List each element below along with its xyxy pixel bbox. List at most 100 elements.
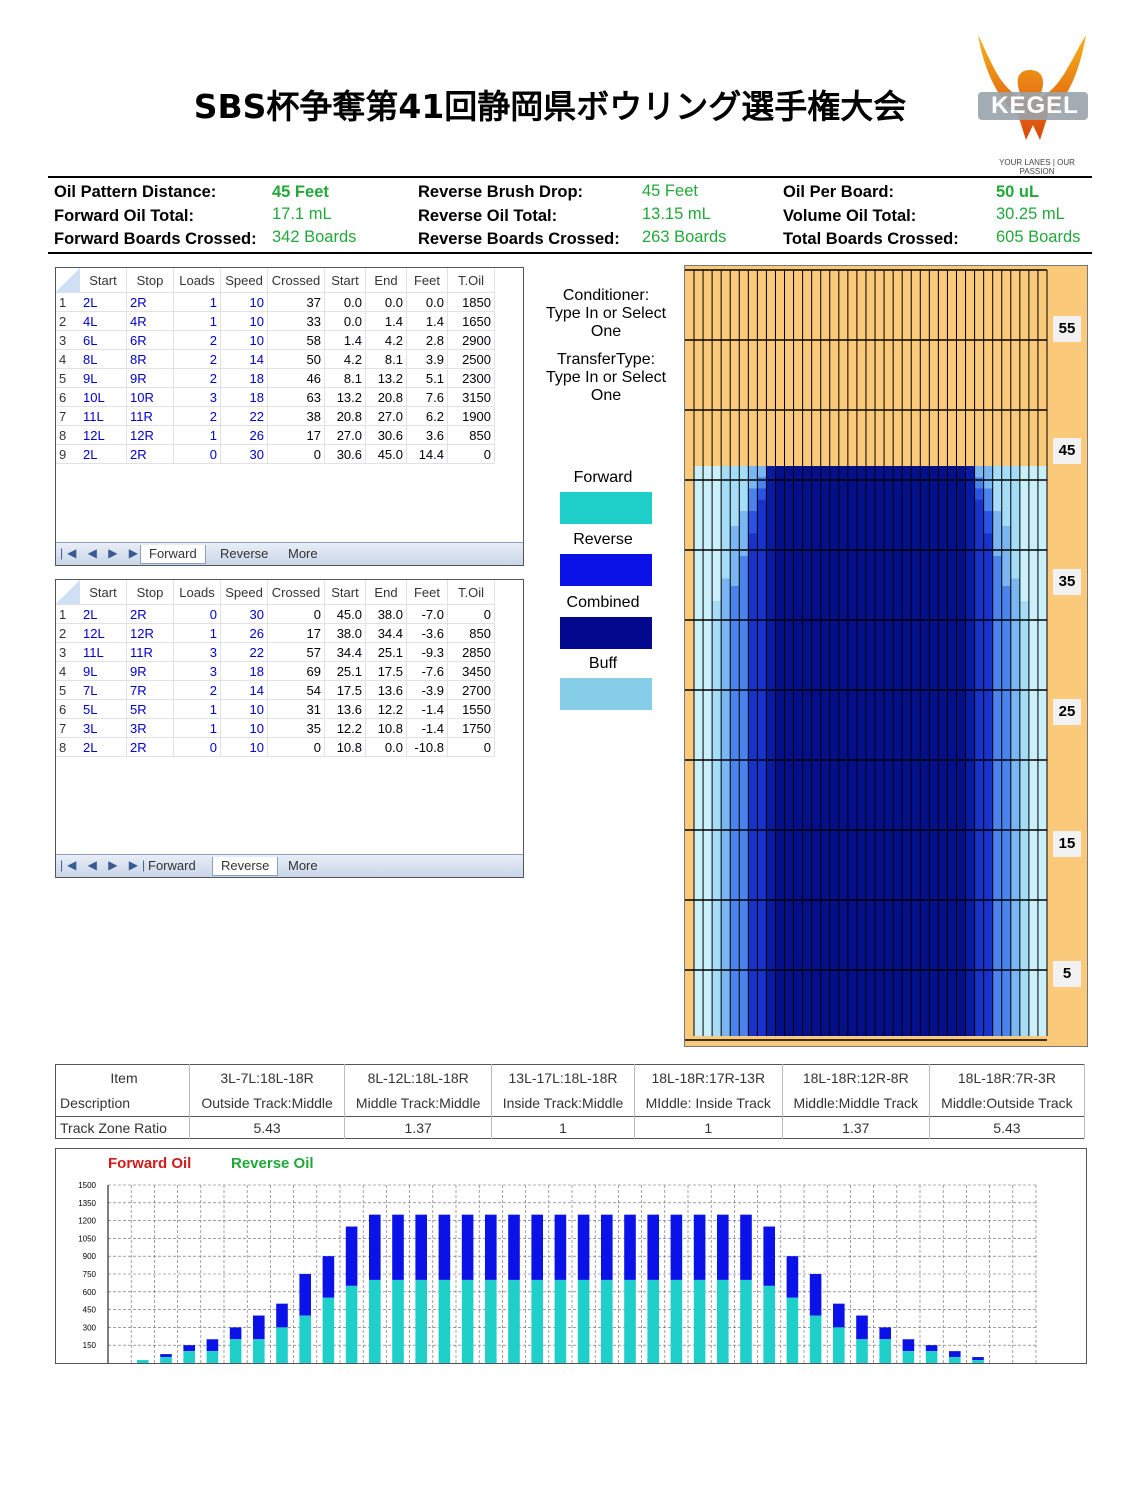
table-cell[interactable]: -7.6 [406, 661, 448, 681]
table-cell[interactable]: -3.6 [406, 623, 448, 643]
table-cell[interactable]: 850 [447, 623, 495, 643]
table-cell[interactable]: 1.4 [365, 311, 407, 331]
table-cell[interactable]: 9R [126, 661, 174, 681]
table-cell[interactable]: -1.4 [406, 699, 448, 719]
table-cell[interactable]: 34.4 [365, 623, 407, 643]
table-cell[interactable]: 69 [267, 661, 325, 681]
table-cell[interactable]: 2 [173, 368, 221, 388]
table-cell[interactable]: 7.6 [406, 387, 448, 407]
table-row[interactable]: 4 8L 8R 2 14 50 4.2 8.1 3.9 2500 [56, 349, 495, 369]
table-cell[interactable]: 30 [220, 604, 268, 624]
table-row[interactable]: 9 2L 2R 0 30 0 30.6 45.0 14.4 0 [56, 444, 495, 464]
table-cell[interactable]: 17 [267, 623, 325, 643]
table-cell[interactable]: 0 [267, 444, 325, 464]
table-cell[interactable]: 11R [126, 406, 174, 426]
table-cell[interactable]: 2500 [447, 349, 495, 369]
table-cell[interactable]: 12.2 [365, 699, 407, 719]
table-cell[interactable]: 27.0 [324, 425, 366, 445]
table-cell[interactable]: 2L [80, 737, 127, 757]
table-cell[interactable]: 10.8 [365, 718, 407, 738]
table-cell[interactable]: 2900 [447, 330, 495, 350]
reverse-col-header[interactable]: Crossed [267, 580, 325, 605]
table-cell[interactable]: 0.0 [324, 292, 366, 312]
sheet-nav-arrows-icon[interactable]: |◀ ◀ ▶ ▶| [60, 546, 149, 560]
table-cell[interactable]: 2 [173, 680, 221, 700]
table-row[interactable]: 7 3L 3R 1 10 35 12.2 10.8 -1.4 1750 [56, 718, 495, 738]
table-cell[interactable]: 13.6 [365, 680, 407, 700]
reverse-col-header[interactable]: Feet [406, 580, 448, 605]
table-cell[interactable]: 3150 [447, 387, 495, 407]
table-cell[interactable]: 1750 [447, 718, 495, 738]
table-cell[interactable]: 3.6 [406, 425, 448, 445]
table-cell[interactable]: 17 [267, 425, 325, 445]
table-cell[interactable]: 14 [220, 349, 268, 369]
table-cell[interactable]: 13.2 [365, 368, 407, 388]
table-cell[interactable]: -1.4 [406, 718, 448, 738]
table-cell[interactable]: 5.1 [406, 368, 448, 388]
table-cell[interactable]: 0 [447, 604, 495, 624]
table-cell[interactable]: 25.1 [365, 642, 407, 662]
sheet-nav-arrows-icon[interactable]: |◀ ◀ ▶ ▶| [60, 858, 149, 872]
table-cell[interactable]: 31 [267, 699, 325, 719]
table-row[interactable]: 6 5L 5R 1 10 31 13.6 12.2 -1.4 1550 [56, 699, 495, 719]
table-cell[interactable]: 26 [220, 623, 268, 643]
table-cell[interactable]: 38.0 [365, 604, 407, 624]
forward-sheet[interactable]: Start Stop Loads Speed Crossed Start End Feet T.… [55, 267, 524, 566]
table-cell[interactable]: 0.0 [365, 292, 407, 312]
table-cell[interactable]: 25.1 [324, 661, 366, 681]
table-cell[interactable]: 54 [267, 680, 325, 700]
table-cell[interactable]: 9R [126, 368, 174, 388]
forward-col-header[interactable]: Crossed [267, 268, 325, 293]
table-cell[interactable]: 12L [80, 425, 127, 445]
table-cell[interactable]: 22 [220, 642, 268, 662]
table-cell[interactable]: 0 [267, 737, 325, 757]
table-cell[interactable]: 14 [220, 680, 268, 700]
table-cell[interactable]: 4.2 [365, 330, 407, 350]
reverse-col-header[interactable]: Stop [126, 580, 174, 605]
table-cell[interactable]: 33 [267, 311, 325, 331]
table-cell[interactable]: -10.8 [406, 737, 448, 757]
table-cell[interactable]: 2L [80, 292, 127, 312]
table-cell[interactable]: 27.0 [365, 406, 407, 426]
table-cell[interactable]: 0 [267, 604, 325, 624]
table-row[interactable]: 3 6L 6R 2 10 58 1.4 4.2 2.8 2900 [56, 330, 495, 350]
table-cell[interactable]: 3 [173, 387, 221, 407]
table-cell[interactable]: 35 [267, 718, 325, 738]
table-cell[interactable]: 2.8 [406, 330, 448, 350]
table-cell[interactable]: 2L [80, 604, 127, 624]
table-cell[interactable]: 63 [267, 387, 325, 407]
table-cell[interactable]: 13.6 [324, 699, 366, 719]
table-row[interactable]: 4 9L 9R 3 18 69 25.1 17.5 -7.6 3450 [56, 661, 495, 681]
table-cell[interactable]: 1850 [447, 292, 495, 312]
table-cell[interactable]: 2 [173, 406, 221, 426]
table-cell[interactable]: 12R [126, 425, 174, 445]
table-cell[interactable]: 2L [80, 444, 127, 464]
table-row[interactable]: 8 12L 12R 1 26 17 27.0 30.6 3.6 850 [56, 425, 495, 445]
table-cell[interactable]: 6R [126, 330, 174, 350]
table-cell[interactable]: 8R [126, 349, 174, 369]
table-cell[interactable]: 0.0 [365, 737, 407, 757]
table-cell[interactable]: 58 [267, 330, 325, 350]
table-cell[interactable]: 8L [80, 349, 127, 369]
table-cell[interactable]: 18 [220, 368, 268, 388]
table-cell[interactable]: 30.6 [324, 444, 366, 464]
table-cell[interactable]: 3 [173, 661, 221, 681]
table-cell[interactable]: 5R [126, 699, 174, 719]
tab-reverse[interactable]: Reverse [212, 545, 276, 563]
table-cell[interactable]: 3450 [447, 661, 495, 681]
table-cell[interactable]: 9L [80, 368, 127, 388]
transfer-type-select[interactable]: TransferType: Type In or Select One [536, 351, 676, 405]
table-cell[interactable]: 12L [80, 623, 127, 643]
table-cell[interactable]: 0 [173, 444, 221, 464]
table-cell[interactable]: 18 [220, 387, 268, 407]
table-cell[interactable]: 10 [220, 718, 268, 738]
table-cell[interactable]: 45.0 [365, 444, 407, 464]
table-row[interactable]: 3 11L 11R 3 22 57 34.4 25.1 -9.3 2850 [56, 642, 495, 662]
table-cell[interactable]: 45.0 [324, 604, 366, 624]
table-cell[interactable]: 2700 [447, 680, 495, 700]
table-cell[interactable]: 0 [447, 737, 495, 757]
tab-more[interactable]: More [280, 857, 326, 875]
table-cell[interactable]: 38 [267, 406, 325, 426]
table-cell[interactable]: 2R [126, 292, 174, 312]
table-cell[interactable]: 9L [80, 661, 127, 681]
